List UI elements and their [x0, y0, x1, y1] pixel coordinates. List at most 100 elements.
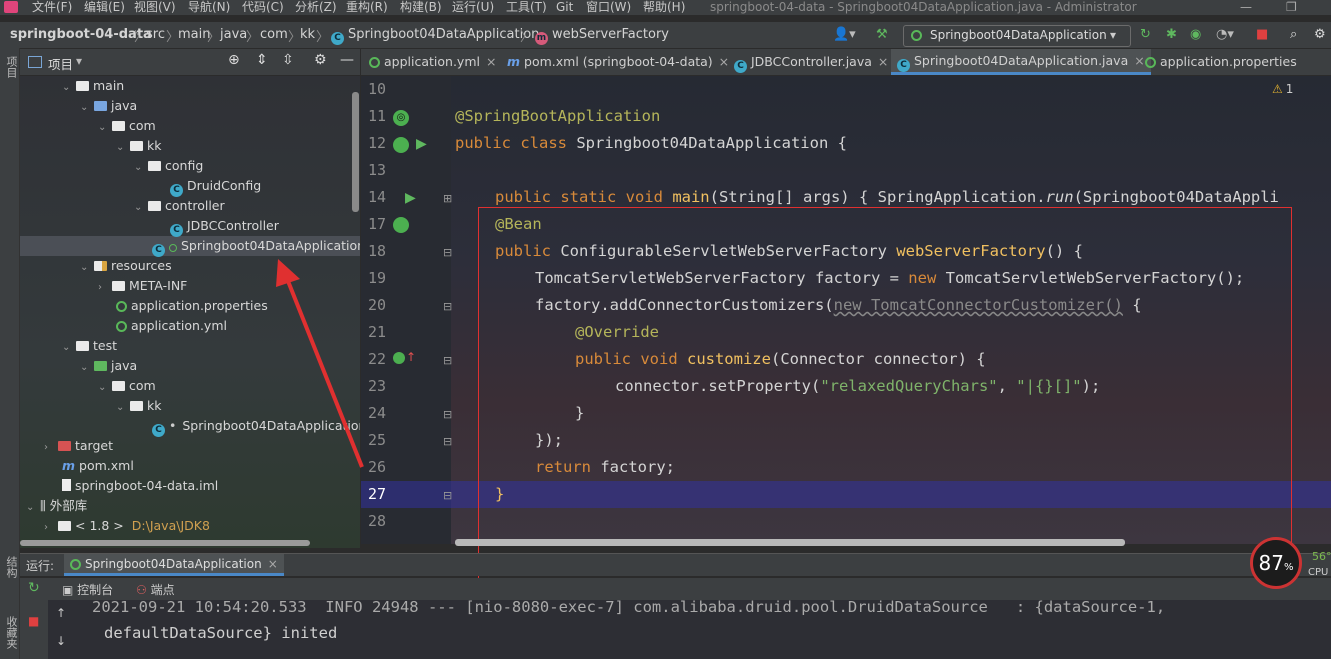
tree-item-application-yml[interactable]: application.yml	[116, 316, 227, 336]
breadcrumb-kk[interactable]: kk	[300, 27, 315, 42]
fold-icon[interactable]: ⊟	[443, 435, 452, 448]
structure-tool-tab[interactable]: 结构	[3, 556, 19, 578]
override-icon[interactable]	[393, 352, 405, 364]
spring-bean-icon[interactable]: ◎	[393, 110, 409, 126]
tab-application-yml[interactable]: application.yml ×	[369, 49, 496, 75]
breadcrumb-com[interactable]: com	[260, 27, 288, 42]
tree-item-test[interactable]: ⌄ test	[62, 336, 117, 356]
menu-git[interactable]: Git	[556, 0, 573, 14]
tree-item-com[interactable]: ⌄ com	[98, 116, 156, 136]
coverage-icon[interactable]: ◉	[1190, 27, 1201, 42]
menu-window[interactable]: 窗口(W)	[586, 0, 631, 14]
locate-icon[interactable]: ⊕	[228, 52, 240, 68]
tree-item-jdbccontroller[interactable]: C JDBCController	[170, 216, 279, 237]
chevron-down-icon[interactable]: ▾	[76, 54, 82, 68]
project-tool-tab[interactable]: 项目	[3, 56, 19, 78]
breadcrumb-src[interactable]: src	[146, 27, 165, 42]
scroll-up-icon[interactable]: ↑	[56, 606, 66, 620]
run-tab[interactable]: Springboot04DataApplication ×	[64, 554, 284, 576]
tree-item-external-libraries[interactable]: ⌄ ⫼ 外部库	[26, 496, 87, 516]
tree-item-main[interactable]: ⌄ main	[62, 76, 124, 96]
run-gutter-icon[interactable]: ▶	[416, 136, 427, 152]
close-icon[interactable]: ×	[878, 54, 888, 69]
warning-icon[interactable]: ⚠ 1	[1272, 82, 1293, 96]
breadcrumb-method[interactable]: m webServerFactory	[535, 27, 669, 45]
fold-icon[interactable]: ⊟	[443, 489, 452, 502]
menu-view[interactable]: 视图(V)	[134, 0, 176, 14]
editor-hscrollbar[interactable]	[455, 539, 1125, 546]
search-icon[interactable]: ⌕	[1290, 27, 1297, 42]
profile-icon[interactable]: ◔▾	[1216, 27, 1234, 42]
tree-item-test-com[interactable]: ⌄ com	[98, 376, 156, 396]
fold-icon[interactable]: ⊞	[443, 192, 452, 205]
console-tab[interactable]: ▣ 控制台	[62, 581, 113, 598]
settings-icon[interactable]: ⚙	[1314, 27, 1326, 42]
fold-icon[interactable]: ⊟	[443, 354, 452, 367]
tree-item-iml[interactable]: springboot-04-data.iml	[62, 476, 218, 496]
run-configuration-select[interactable]: Springboot04DataApplication ▾	[903, 25, 1131, 47]
close-icon[interactable]: ×	[486, 54, 496, 69]
spring-bean-icon[interactable]	[393, 137, 409, 153]
run-gutter-icon[interactable]: ▶	[405, 190, 416, 206]
menu-run[interactable]: 运行(U)	[452, 0, 494, 14]
breadcrumb-main[interactable]: main	[178, 27, 210, 42]
spring-bean-icon[interactable]	[393, 217, 409, 233]
fold-icon[interactable]: ⊟	[443, 246, 452, 259]
fold-icon[interactable]: ⊟	[443, 300, 452, 313]
hide-panel-icon[interactable]: —	[340, 52, 354, 68]
close-icon[interactable]: ×	[268, 557, 278, 571]
favorites-tool-tab[interactable]: 收藏夹	[3, 616, 19, 649]
tree-item-java[interactable]: ⌄ java	[80, 96, 137, 116]
collapse-all-icon[interactable]: ⇳	[282, 52, 294, 68]
tab-pom-xml[interactable]: m pom.xml (springboot-04-data) ×	[507, 49, 729, 75]
scroll-down-icon[interactable]: ↓	[56, 634, 66, 648]
menu-refactor[interactable]: 重构(R)	[346, 0, 388, 14]
breadcrumb-project[interactable]: springboot-04-data	[10, 27, 152, 42]
build-hammer-icon[interactable]: ⚒	[876, 27, 888, 42]
minimize-icon[interactable]: —	[1240, 0, 1252, 14]
tab-application-properties[interactable]: application.properties	[1145, 49, 1297, 75]
fold-icon[interactable]: ⊟	[443, 408, 452, 421]
tree-item-application-properties[interactable]: application.properties	[116, 296, 268, 316]
tree-hscrollbar[interactable]	[20, 540, 310, 546]
stop-icon[interactable]: ■	[28, 614, 39, 628]
breadcrumb-class[interactable]: C Springboot04DataApplication	[331, 27, 539, 45]
debug-icon[interactable]: ✱	[1166, 27, 1177, 42]
tree-item-test-java[interactable]: ⌄ java	[80, 356, 137, 376]
console-output[interactable]: ↑ ↓ 2021-09-21 10:54:20.533 INFO 24948 -…	[48, 600, 1331, 659]
menu-analyze[interactable]: 分析(Z)	[295, 0, 337, 14]
endpoints-tab[interactable]: ⚇ 端点	[136, 581, 175, 598]
restore-icon[interactable]: ❐	[1286, 0, 1297, 14]
tree-item-application-class[interactable]: C Springboot04DataApplication	[152, 236, 360, 257]
tree-item-meta-inf[interactable]: › META-INF	[98, 276, 187, 296]
project-panel-title[interactable]: 项目	[48, 54, 73, 73]
tree-item-druidconfig[interactable]: C DruidConfig	[170, 176, 261, 197]
menu-tools[interactable]: 工具(T)	[506, 0, 547, 14]
tree-item-test-kk[interactable]: ⌄ kk	[116, 396, 161, 416]
tree-item-jdk[interactable]: › < 1.8 > D:\Java\JDK8	[44, 516, 210, 536]
menu-build[interactable]: 构建(B)	[400, 0, 442, 14]
breadcrumb-java[interactable]: java	[220, 27, 247, 42]
menu-help[interactable]: 帮助(H)	[643, 0, 685, 14]
tree-item-resources[interactable]: ⌄ resources	[80, 256, 172, 276]
rerun-icon[interactable]: ↻	[28, 580, 40, 596]
vcs-user-icon[interactable]: 👤▾	[833, 27, 856, 42]
tree-scrollbar[interactable]	[352, 92, 359, 212]
tree-item-controller[interactable]: ⌄ controller	[134, 196, 225, 216]
menu-edit[interactable]: 编辑(E)	[84, 0, 125, 14]
tree-item-config[interactable]: ⌄ config	[134, 156, 203, 176]
close-icon[interactable]: ×	[719, 54, 729, 69]
menu-file[interactable]: 文件(F)	[32, 0, 72, 14]
gear-icon[interactable]: ⚙	[314, 52, 327, 68]
tab-jdbccontroller[interactable]: C JDBCController.java ×	[734, 49, 888, 75]
rerun-icon[interactable]: ↻	[1140, 27, 1151, 42]
tree-item-target[interactable]: › target	[44, 436, 113, 456]
expand-all-icon[interactable]: ⇕	[256, 52, 268, 68]
menu-navigate[interactable]: 导航(N)	[188, 0, 230, 14]
menu-code[interactable]: 代码(C)	[242, 0, 284, 14]
tree-item-pom[interactable]: m pom.xml	[62, 456, 134, 476]
stop-icon[interactable]: ■	[1256, 27, 1268, 42]
tree-item-kk[interactable]: ⌄ kk	[116, 136, 161, 156]
close-icon[interactable]: ×	[1134, 53, 1144, 68]
tab-springboot04dataapplication[interactable]: C Springboot04DataApplication.java ×	[891, 49, 1151, 75]
